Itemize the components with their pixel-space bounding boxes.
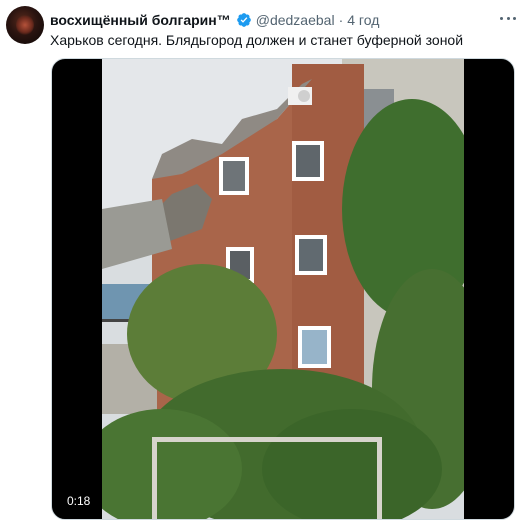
video-player[interactable]: 0:18 <box>51 58 515 520</box>
tweet-timestamp[interactable]: 4 год <box>347 12 379 28</box>
verified-badge-icon <box>236 12 252 28</box>
separator-dot: · <box>338 12 344 28</box>
tweet-text: Харьков сегодня. Блядьгород должен и ста… <box>50 32 464 48</box>
video-frame-thumbnail <box>102 59 464 519</box>
tweet[interactable]: восхищённый болгарин™ @dedzaebal · 4 год… <box>0 0 531 530</box>
more-options-icon[interactable] <box>498 10 518 26</box>
video-duration: 0:18 <box>62 493 96 509</box>
avatar[interactable] <box>6 6 44 44</box>
display-name[interactable]: восхищённый болгарин™ <box>50 12 231 28</box>
user-handle[interactable]: @dedzaebal <box>256 12 335 28</box>
tweet-header: восхищённый болгарин™ @dedzaebal · 4 год <box>50 11 379 29</box>
